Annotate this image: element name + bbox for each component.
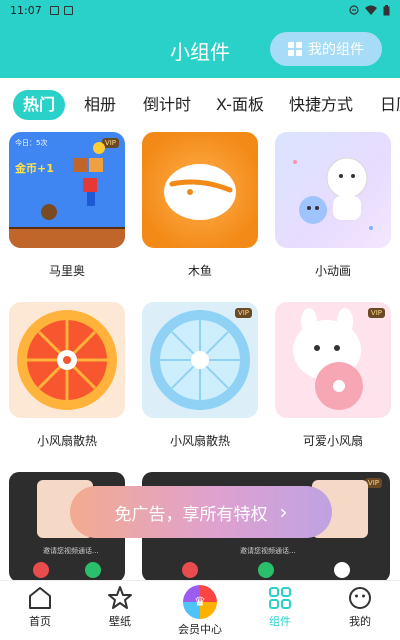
call-invite-text: 邀请您视频通话... — [240, 547, 296, 555]
widget-label: 小风扇散热 — [169, 434, 230, 448]
nav-label: 会员中心 — [178, 623, 222, 636]
tab-shortcuts[interactable]: 快捷方式 — [289, 90, 353, 120]
app-notification-icon — [63, 5, 73, 15]
tab-album[interactable]: 相册 — [84, 90, 116, 120]
hangup-icon — [33, 562, 49, 578]
mario-scene-icon — [9, 142, 125, 248]
microphone-icon — [334, 562, 350, 578]
call-invite-text: 邀请您视频通话... — [43, 547, 99, 555]
nav-profile[interactable]: 我的 — [320, 585, 400, 629]
widget-label: 小风扇散热 — [36, 434, 97, 448]
wooden-fish-icon — [164, 164, 236, 220]
status-time: 11:07 — [10, 3, 42, 17]
crown-icon: ♛ — [183, 585, 217, 619]
tab-countdown[interactable]: 倒计时 — [143, 90, 191, 120]
status-bar: 11:07 — [0, 0, 400, 20]
widget-label: 小动画 — [314, 264, 351, 278]
widget-grid-icon — [269, 587, 291, 609]
animation-thumbnail — [275, 132, 391, 248]
widget-card-mario[interactable]: 今日：5次 金币+1 VIP 马里奥 — [9, 132, 125, 278]
widget-card-animation[interactable]: 小动画 — [275, 132, 391, 278]
nav-widgets[interactable]: 组件 — [240, 585, 320, 629]
widget-card-fan-2[interactable]: VIP 小风扇散热 — [142, 302, 258, 448]
nav-label: 壁纸 — [109, 615, 131, 628]
app-header: 小组件 我的组件 — [0, 20, 400, 78]
chevron-right-icon: › — [279, 500, 288, 524]
fan-thumbnail: VIP — [142, 302, 258, 418]
widget-card-wooden-fish[interactable]: 木鱼 — [142, 132, 258, 278]
nav-label: 首页 — [29, 615, 51, 628]
widget-card-cute-fan[interactable]: VIP 可爱小风扇 — [275, 302, 391, 448]
widget-grid-icon — [288, 42, 302, 56]
wifi-icon — [365, 5, 377, 15]
battery-icon — [383, 4, 390, 15]
dnd-icon — [349, 5, 359, 15]
nav-label: 我的 — [349, 615, 371, 628]
cute-fan-thumbnail: VIP — [275, 302, 391, 418]
widget-label: 木鱼 — [187, 264, 212, 278]
wooden-fish-thumbnail — [142, 132, 258, 248]
fan-icon — [150, 310, 250, 410]
bottom-navigation: 首页 壁纸 ♛ 会员中心 组件 我的 — [0, 580, 400, 640]
tab-x-panel[interactable]: X-面板 — [216, 90, 264, 120]
nav-label: 组件 — [269, 615, 291, 628]
my-widgets-button[interactable]: 我的组件 — [270, 32, 382, 66]
promo-text: 免广告，享所有特权 — [114, 504, 268, 525]
nav-membership[interactable]: ♛ 会员中心 — [160, 585, 240, 637]
widget-label: 马里奥 — [48, 264, 85, 278]
fan-icon — [17, 310, 117, 410]
smiley-icon — [349, 587, 371, 609]
nav-wallpaper[interactable]: 壁纸 — [80, 585, 160, 629]
star-icon — [108, 586, 132, 609]
video-call-icon — [85, 562, 101, 578]
category-tabs: 热门 相册 倒计时 X-面板 快捷方式 日历 — [0, 86, 400, 122]
mario-thumbnail: 今日：5次 金币+1 VIP — [9, 132, 125, 248]
tab-calendar[interactable]: 日历 — [380, 90, 400, 120]
fan-thumbnail — [9, 302, 125, 418]
video-call-icon — [258, 562, 274, 578]
home-icon — [29, 587, 51, 609]
my-widgets-label: 我的组件 — [308, 42, 364, 58]
ad-free-promo-button[interactable]: 免广告，享所有特权 › — [70, 486, 332, 538]
hangup-icon — [182, 562, 198, 578]
notification-icon — [49, 5, 59, 15]
widget-label: 可爱小风扇 — [302, 434, 363, 448]
widget-card-fan-1[interactable]: 小风扇散热 — [9, 302, 125, 448]
tab-hot[interactable]: 热门 — [13, 90, 66, 120]
bunny-fan-icon — [293, 308, 363, 410]
cartoon-characters-icon — [293, 157, 373, 230]
nav-home[interactable]: 首页 — [0, 585, 80, 629]
